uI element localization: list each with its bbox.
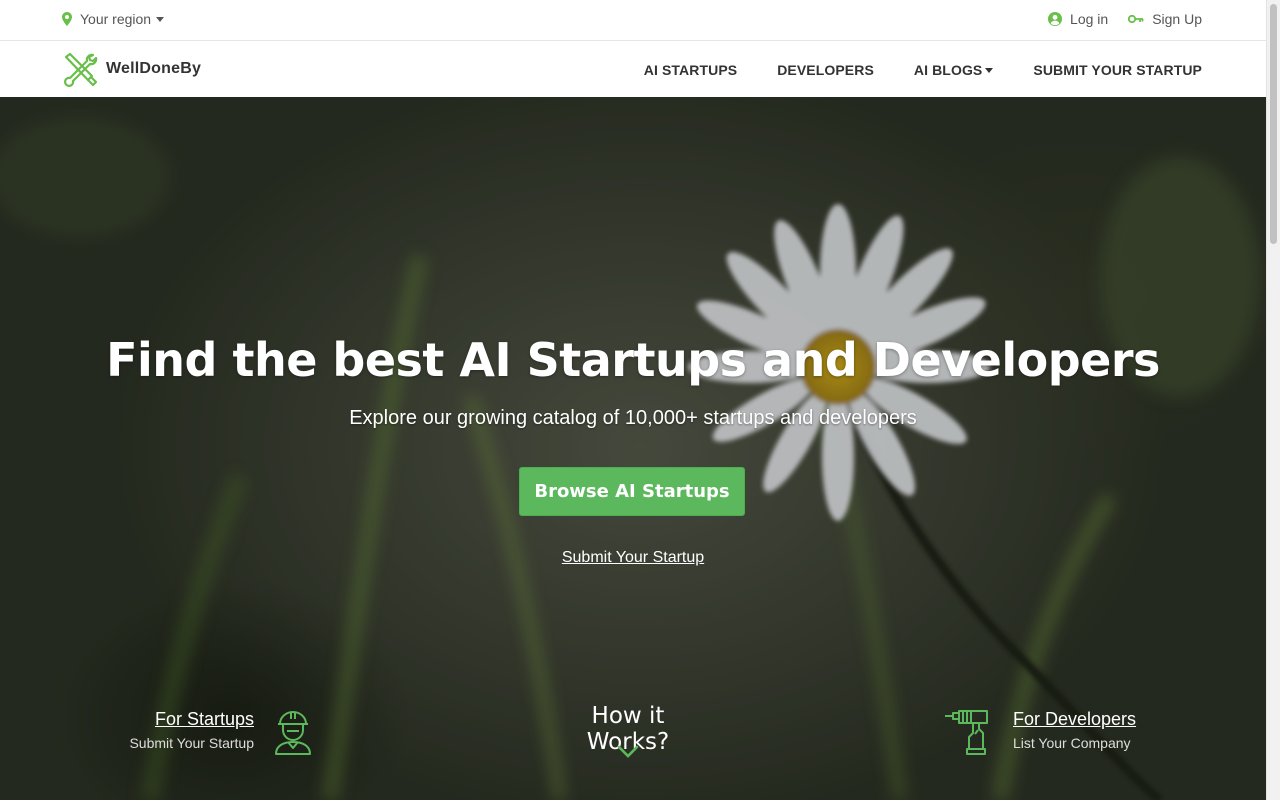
region-selector[interactable]: Your region	[62, 11, 165, 27]
for-developers-subtitle: List Your Company	[1013, 735, 1131, 751]
caret-down-icon	[156, 16, 165, 22]
for-developers-block: For Developers List Your Company	[1013, 709, 1213, 751]
nav-label: AI STARTUPS	[643, 62, 738, 78]
nav-label: SUBMIT YOUR STARTUP	[1033, 62, 1202, 78]
main-navbar: WellDoneBy AI STARTUPS DEVELOPERS AI BLO…	[0, 41, 1266, 97]
for-startups-block: For Startups Submit Your Startup	[100, 709, 254, 751]
hero-section: Find the best AI Startups and Developers…	[0, 97, 1266, 800]
region-label: Your region	[80, 11, 152, 27]
signup-label: Sign Up	[1152, 11, 1202, 27]
login-link[interactable]: Log in	[1048, 11, 1108, 27]
brand-name: WellDoneBy	[106, 60, 202, 77]
hero-subtitle: Explore our growing catalog of 10,000+ s…	[349, 407, 917, 429]
vertical-scrollbar[interactable]	[1266, 0, 1280, 800]
nav-label: DEVELOPERS	[777, 62, 874, 78]
user-circle-icon	[1048, 12, 1063, 26]
browse-ai-startups-button[interactable]: Browse AI Startups	[519, 467, 745, 516]
tools-logo-icon	[64, 52, 98, 87]
nav-developers[interactable]: DEVELOPERS	[777, 62, 874, 78]
login-label: Log in	[1070, 11, 1109, 27]
scrollbar-thumb[interactable]	[1270, 4, 1277, 244]
power-drill-icon	[945, 710, 988, 755]
nav-label: AI BLOGS	[913, 62, 983, 78]
top-utility-bar: Your region Log in Sign Up	[0, 0, 1266, 41]
chevron-down-icon[interactable]	[617, 745, 639, 759]
key-icon	[1128, 14, 1144, 24]
nav-ai-startups[interactable]: AI STARTUPS	[644, 62, 737, 78]
hero-title: Find the best AI Startups and Developers	[106, 333, 1160, 387]
map-pin-icon	[62, 12, 72, 26]
for-developers-link[interactable]: For Developers	[1013, 709, 1136, 730]
submit-your-startup-link[interactable]: Submit Your Startup	[0, 549, 1266, 567]
for-startups-subtitle: Submit Your Startup	[129, 735, 254, 751]
nav-submit-startup[interactable]: SUBMIT YOUR STARTUP	[1033, 62, 1202, 78]
caret-down-icon	[985, 67, 994, 73]
construction-worker-icon	[275, 711, 311, 755]
nav-ai-blogs-dropdown[interactable]: AI BLOGS	[913, 62, 994, 78]
signup-link[interactable]: Sign Up	[1128, 11, 1202, 27]
for-startups-link[interactable]: For Startups	[155, 709, 254, 730]
brand-logo-link[interactable]: WellDoneBy	[62, 51, 201, 87]
hero-overlay	[0, 97, 1266, 800]
